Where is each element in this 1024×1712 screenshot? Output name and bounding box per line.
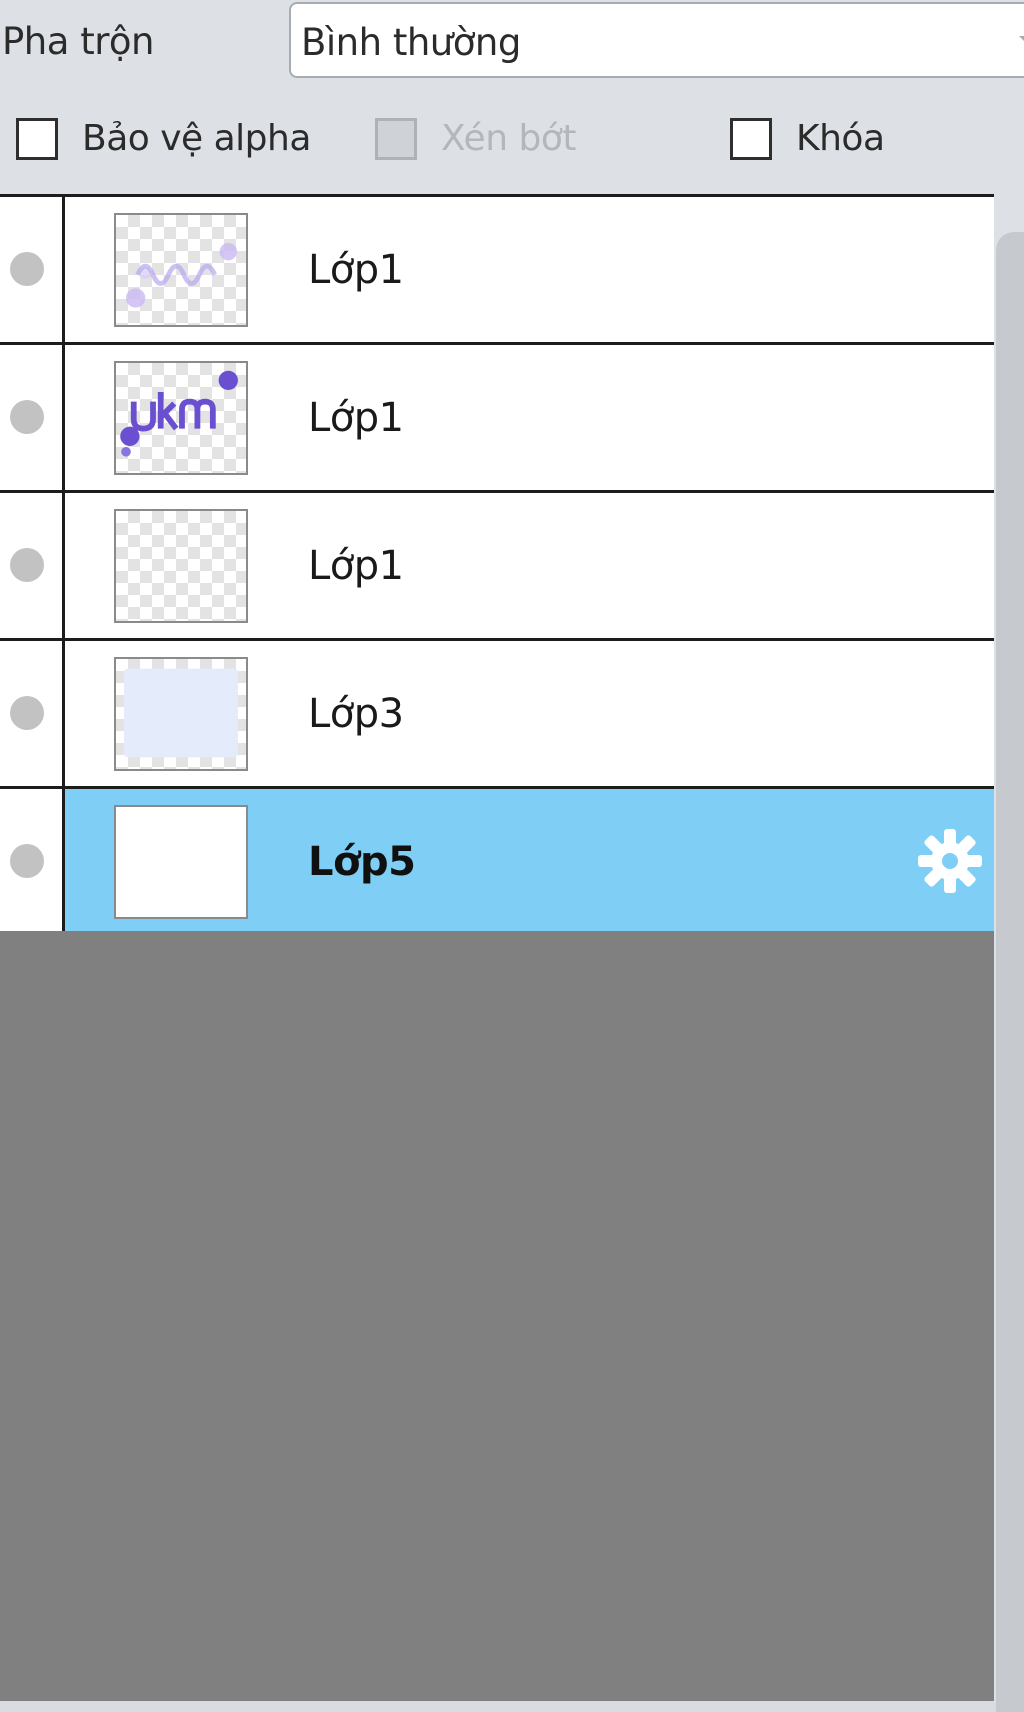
- visibility-dot-icon[interactable]: [10, 252, 44, 286]
- layer-row[interactable]: Lớp1: [0, 345, 994, 493]
- chevron-down-icon: [1019, 36, 1024, 48]
- layer-row[interactable]: Lớp3: [0, 641, 994, 789]
- visibility-toggle[interactable]: [0, 641, 65, 786]
- protect-alpha-label: Bảo vệ alpha: [82, 118, 311, 159]
- layer-thumbnail: [114, 657, 248, 771]
- visibility-toggle[interactable]: [0, 197, 65, 342]
- vertical-scrollbar[interactable]: [994, 194, 1024, 1712]
- fill-thumbnail-image: [124, 668, 238, 758]
- layer-name: Lớp1: [308, 247, 404, 293]
- layer-row[interactable]: Lớp1: [0, 197, 994, 345]
- visibility-dot-icon[interactable]: [10, 844, 44, 878]
- checkbox-box[interactable]: [730, 118, 772, 160]
- checkbox-box[interactable]: [16, 118, 58, 160]
- clipping-label: Xén bớt: [441, 118, 576, 159]
- blend-mode-select[interactable]: Bình thường: [289, 2, 1024, 78]
- blend-mode-label: Pha trộn: [2, 20, 155, 63]
- layer-row[interactable]: Lớp1: [0, 493, 994, 641]
- lock-label: Khóa: [796, 118, 885, 159]
- scrollbar-thumb[interactable]: [996, 232, 1024, 1712]
- visibility-dot-icon[interactable]: [10, 696, 44, 730]
- layer-thumbnail: [114, 361, 248, 475]
- visibility-toggle[interactable]: [0, 789, 65, 934]
- blend-mode-bar: Pha trộn Bình thường: [0, 0, 1024, 96]
- layer-name: Lớp1: [308, 543, 404, 589]
- layer-thumbnail: [114, 509, 248, 623]
- blend-mode-value: Bình thường: [301, 21, 521, 64]
- layer-name: Lớp1: [308, 395, 404, 441]
- visibility-dot-icon[interactable]: [10, 400, 44, 434]
- visibility-toggle[interactable]: [0, 493, 65, 638]
- lettering-thumbnail-image: [120, 370, 238, 457]
- layer-options-bar: Bảo vệ alpha Xén bớt Khóa: [0, 96, 1024, 194]
- layer-list-empty-area: [0, 931, 994, 1701]
- layer-name: Lớp5: [308, 839, 416, 885]
- layer-thumbnail: [114, 213, 248, 327]
- layer-row[interactable]: Lớp5: [0, 789, 994, 937]
- layer-thumbnail: [114, 805, 248, 919]
- visibility-toggle[interactable]: [0, 345, 65, 490]
- checkbox-box: [375, 118, 417, 160]
- visibility-dot-icon[interactable]: [10, 548, 44, 582]
- gear-icon[interactable]: [916, 827, 984, 895]
- layer-list: Lớp1 Lớp1 Lớp1 Lớp3 Lớp5: [0, 194, 994, 937]
- lettering-thumbnail-image: [126, 242, 237, 308]
- layer-name: Lớp3: [308, 691, 404, 737]
